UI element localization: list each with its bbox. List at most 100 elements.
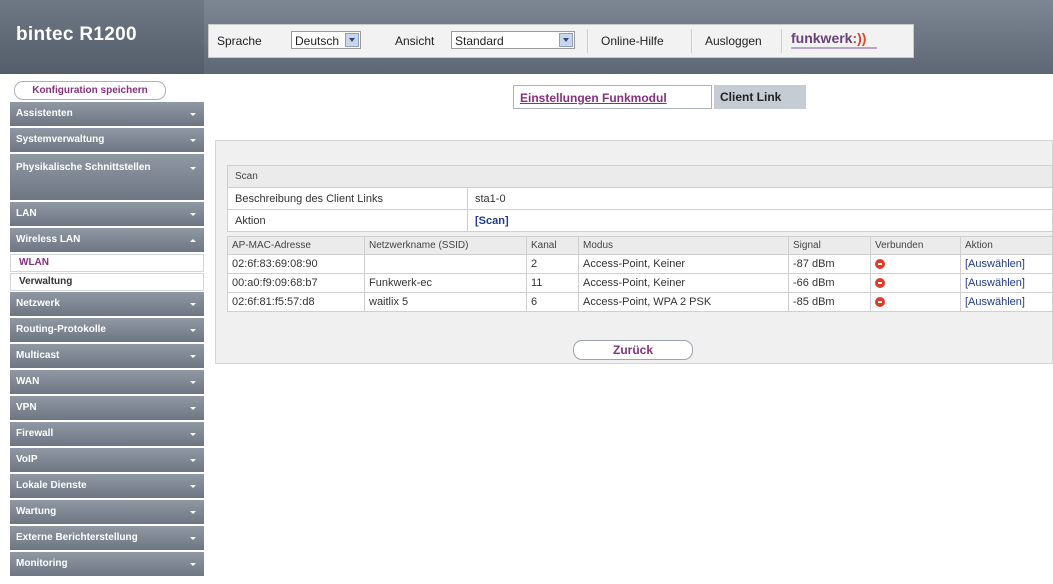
chevron-down-icon xyxy=(190,485,196,488)
chevron-down-icon xyxy=(190,303,196,306)
logout-link[interactable]: Ausloggen xyxy=(705,34,762,48)
sidebar-item-wireless-lan[interactable]: Wireless LAN xyxy=(10,228,204,252)
mac-cell: 00:a0:f9:09:68:b7 xyxy=(227,273,365,293)
view-value: Standard xyxy=(455,34,504,48)
action-label: Aktion xyxy=(227,209,468,232)
description-value: sta1-0 xyxy=(467,187,1053,210)
sidebar-item-externe-berichterstellung[interactable]: Externe Berichterstellung xyxy=(10,526,204,550)
toolbar-divider xyxy=(781,29,782,53)
funkwerk-logo: funkwerk:)) xyxy=(791,30,867,46)
mac-cell: 02:6f:83:69:08:90 xyxy=(227,254,365,274)
sidebar-item-vpn[interactable]: VPN xyxy=(10,396,204,420)
description-label: Beschreibung des Client Links xyxy=(227,187,468,210)
scan-results-table: AP-MAC-Adresse Netzwerkname (SSID) Kanal… xyxy=(227,236,1053,312)
chevron-down-icon xyxy=(345,33,359,47)
chevron-down-icon xyxy=(190,381,196,384)
language-value: Deutsch xyxy=(295,34,340,48)
sidebar-item-wan[interactable]: WAN xyxy=(10,370,204,394)
toolbar: Sprache Deutsch Ansicht Standard Online-… xyxy=(208,24,914,58)
language-label: Sprache xyxy=(217,34,262,48)
sidebar-item-monitoring[interactable]: Monitoring xyxy=(10,552,204,576)
select-link[interactable]: [Auswählen] xyxy=(965,277,1025,289)
chevron-down-icon xyxy=(190,167,196,170)
chevron-down-icon xyxy=(190,113,196,116)
column-header: Verbunden xyxy=(870,236,961,255)
toolbar-divider xyxy=(587,29,588,53)
tab-client-link[interactable]: Client Link xyxy=(714,85,806,109)
chevron-down-icon xyxy=(559,33,573,47)
sidebar-item-physikalische-schnittstellen[interactable]: Physikalische Schnittstellen xyxy=(10,154,204,200)
chevron-down-icon xyxy=(190,213,196,216)
channel-cell: 2 xyxy=(526,254,579,274)
toolbar-divider xyxy=(691,29,692,53)
chevron-down-icon xyxy=(190,407,196,410)
column-header: AP-MAC-Adresse xyxy=(227,236,365,255)
connected-cell xyxy=(870,254,961,274)
mode-cell: Access-Point, Keiner xyxy=(578,254,789,274)
view-label: Ansicht xyxy=(395,34,435,48)
channel-cell: 6 xyxy=(526,292,579,312)
sidebar-item-netzwerk[interactable]: Netzwerk xyxy=(10,292,204,316)
chevron-down-icon xyxy=(190,139,196,142)
sidebar-item-assistenten[interactable]: Assistenten xyxy=(10,102,204,126)
select-link[interactable]: [Auswählen] xyxy=(965,296,1025,308)
chevron-down-icon xyxy=(190,537,196,540)
section-header-scan: Scan xyxy=(227,165,1053,188)
chevron-down-icon xyxy=(190,355,196,358)
signal-cell: -66 dBm xyxy=(788,273,871,293)
column-header: Netzwerkname (SSID) xyxy=(364,236,527,255)
app-title: bintec R1200 xyxy=(16,24,137,45)
tab-einstellungen-funkmodul[interactable]: Einstellungen Funkmodul xyxy=(513,85,712,109)
sidebar-item-lan[interactable]: LAN xyxy=(10,202,204,226)
sidebar-item-wartung[interactable]: Wartung xyxy=(10,500,204,524)
top-bar: bintec R1200 Sprache Deutsch Ansicht Sta… xyxy=(0,0,1053,74)
signal-cell: -85 dBm xyxy=(788,292,871,312)
save-configuration-button[interactable]: Konfiguration speichern xyxy=(14,81,166,100)
sidebar-item-routing-protokolle[interactable]: Routing-Protokolle xyxy=(10,318,204,342)
sidebar: Konfiguration speichern Assistenten Syst… xyxy=(0,74,204,584)
back-button[interactable]: Zurück xyxy=(573,340,693,360)
column-header: Modus xyxy=(578,236,789,255)
ssid-cell: waitlix 5 xyxy=(364,292,527,312)
signal-cell: -87 dBm xyxy=(788,254,871,274)
logo-tagline xyxy=(791,47,877,49)
sidebar-item-multicast[interactable]: Multicast xyxy=(10,344,204,368)
sidebar-nav: Assistenten Systemverwaltung Physikalisc… xyxy=(10,102,204,578)
brand-area: bintec R1200 xyxy=(0,0,204,74)
connected-cell xyxy=(870,273,961,293)
disconnected-status-icon xyxy=(875,259,885,270)
column-header: Kanal xyxy=(526,236,579,255)
connected-cell xyxy=(870,292,961,312)
mac-cell: 02:6f:81:f5:57:d8 xyxy=(227,292,365,312)
chevron-up-icon xyxy=(190,239,196,242)
online-help-link[interactable]: Online-Hilfe xyxy=(601,34,664,48)
language-select[interactable]: Deutsch xyxy=(291,31,361,49)
ssid-cell: Funkwerk-ec xyxy=(364,273,527,293)
sidebar-item-firewall[interactable]: Firewall xyxy=(10,422,204,446)
sidebar-subitem-verwaltung[interactable]: Verwaltung xyxy=(10,273,204,291)
sidebar-subitem-wlan[interactable]: WLAN xyxy=(10,254,204,272)
chevron-down-icon xyxy=(190,329,196,332)
wireless-arcs-icon: :)) xyxy=(852,30,867,46)
select-link[interactable]: [Auswählen] xyxy=(965,258,1025,270)
sidebar-item-lokale-dienste[interactable]: Lokale Dienste xyxy=(10,474,204,498)
view-select[interactable]: Standard xyxy=(451,31,575,49)
chevron-down-icon xyxy=(190,511,196,514)
chevron-down-icon xyxy=(190,433,196,436)
ssid-cell xyxy=(364,254,527,274)
disconnected-status-icon xyxy=(875,297,885,308)
chevron-down-icon xyxy=(190,563,196,566)
sidebar-item-systemverwaltung[interactable]: Systemverwaltung xyxy=(10,128,204,152)
table-row: 02:6f:81:f5:57:d8 waitlix 5 6 Access-Poi… xyxy=(227,292,1053,312)
table-row: 00:a0:f9:09:68:b7 Funkwerk-ec 11 Access-… xyxy=(227,273,1053,293)
mode-cell: Access-Point, Keiner xyxy=(578,273,789,293)
scan-form: Scan Beschreibung des Client Links sta1-… xyxy=(227,165,1053,232)
column-header: Aktion xyxy=(960,236,1053,255)
mode-cell: Access-Point, WPA 2 PSK xyxy=(578,292,789,312)
disconnected-status-icon xyxy=(875,278,885,289)
chevron-down-icon xyxy=(190,459,196,462)
scan-link[interactable]: [Scan] xyxy=(475,215,509,227)
sidebar-item-voip[interactable]: VoIP xyxy=(10,448,204,472)
column-header: Signal xyxy=(788,236,871,255)
channel-cell: 11 xyxy=(526,273,579,293)
